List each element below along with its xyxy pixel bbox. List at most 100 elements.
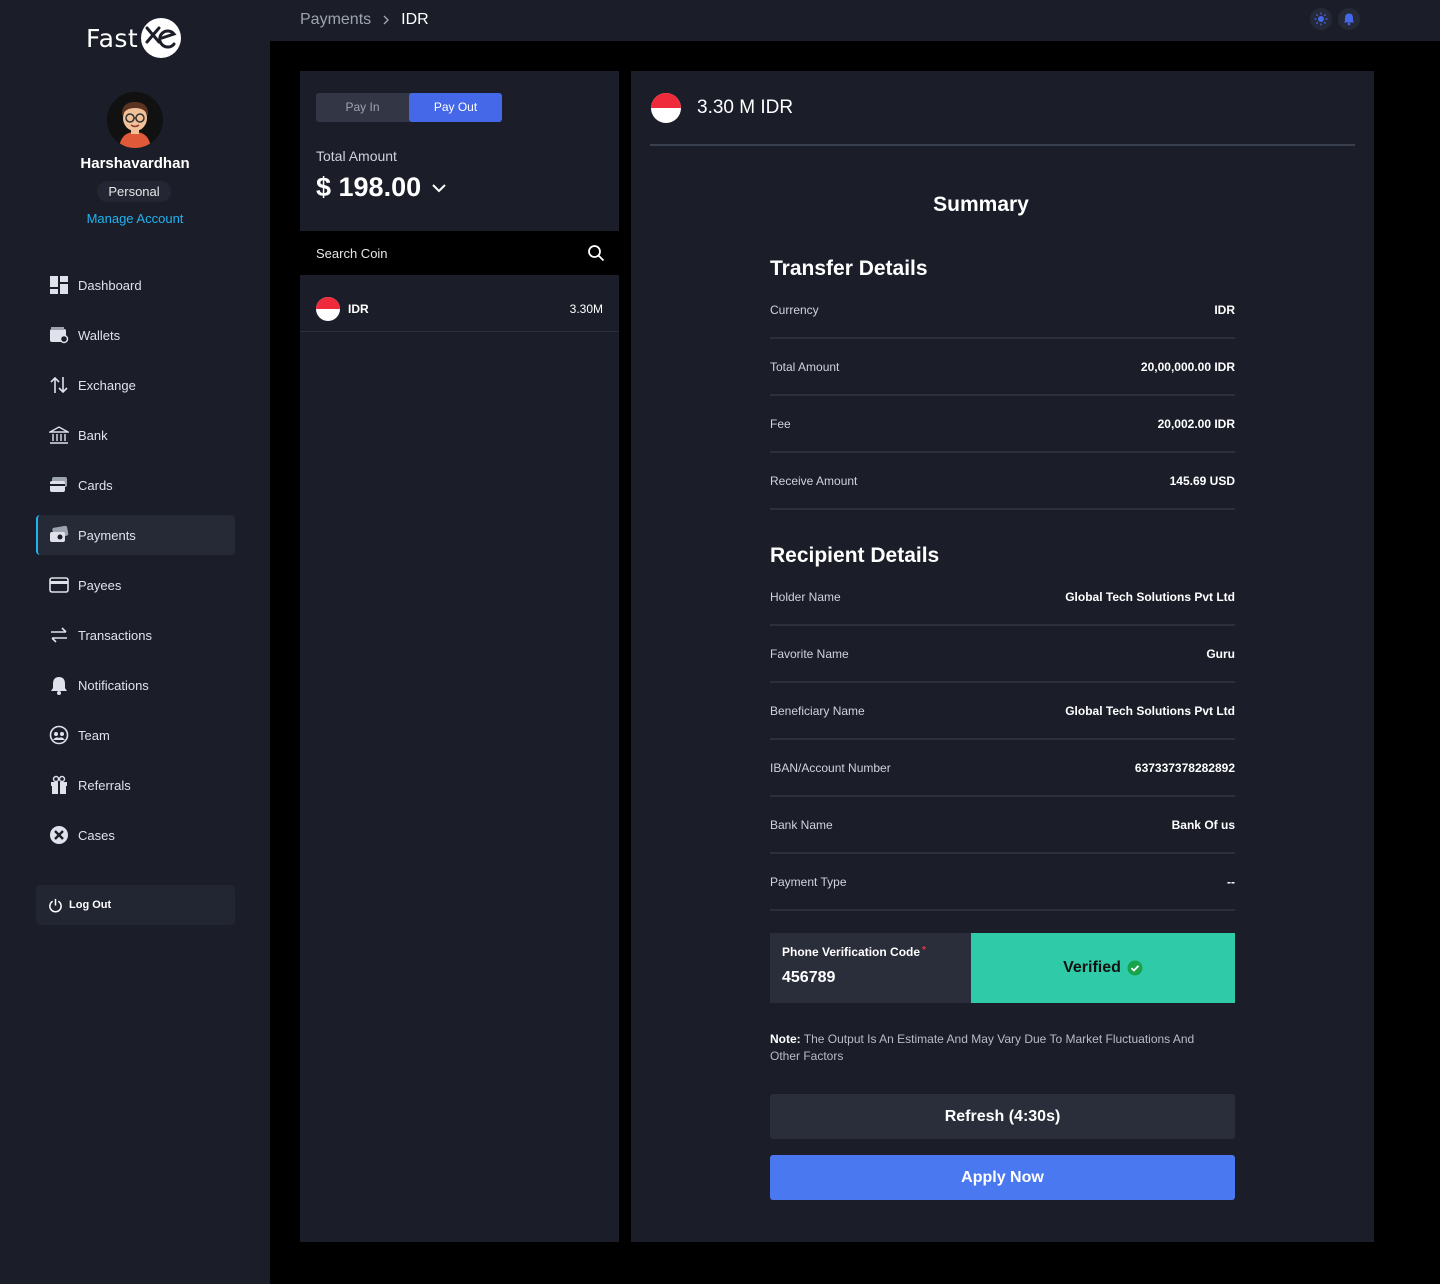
xe-logo-icon <box>141 18 182 58</box>
detail-row-favorite-name: Favorite Name Guru <box>770 626 1235 683</box>
tab-pay-in[interactable]: Pay In <box>316 93 409 122</box>
search-icon[interactable] <box>587 244 605 262</box>
sidebar-item-notifications[interactable]: Notifications <box>36 665 235 705</box>
detail-label: Fee <box>770 416 791 431</box>
header-actions <box>1310 8 1360 30</box>
sidebar-item-exchange[interactable]: Exchange <box>36 365 235 405</box>
verified-label: Verified <box>1063 959 1121 976</box>
chevron-down-icon <box>432 183 446 192</box>
sidebar: Fast Harshavardhan Personal Manage Accou… <box>0 0 270 1284</box>
card-icon <box>48 474 70 496</box>
detail-row-beneficiary-name: Beneficiary Name Global Tech Solutions P… <box>770 683 1235 740</box>
detail-value: 637337378282892 <box>1134 760 1235 775</box>
avatar-illustration-icon <box>107 92 163 148</box>
transactions-icon <box>48 624 70 646</box>
detail-label: Payment Type <box>770 874 847 889</box>
sidebar-item-payments[interactable]: Payments <box>36 515 235 555</box>
tab-pay-out[interactable]: Pay Out <box>409 93 502 122</box>
indonesia-flag-icon <box>651 93 681 123</box>
bell-icon <box>48 674 70 696</box>
gift-icon <box>48 774 70 796</box>
sidebar-item-label: Transactions <box>78 627 152 643</box>
user-name: Harshavardhan <box>80 155 190 172</box>
total-amount-selector[interactable]: $ 198.00 <box>316 172 447 203</box>
exchange-icon <box>48 374 70 396</box>
summary-heading: Summary <box>933 193 1029 216</box>
required-marker: * <box>922 945 926 956</box>
sidebar-item-referrals[interactable]: Referrals <box>36 765 235 805</box>
sidebar-item-cards[interactable]: Cards <box>36 465 235 505</box>
payee-icon <box>48 574 70 596</box>
sidebar-item-team[interactable]: Team <box>36 715 235 755</box>
team-icon <box>48 724 70 746</box>
detail-value: -- <box>1227 874 1235 889</box>
sidebar-item-label: Wallets <box>78 327 121 343</box>
logout-button[interactable]: Log Out <box>36 885 235 925</box>
sidebar-item-dashboard[interactable]: Dashboard <box>36 265 235 305</box>
theme-toggle-button[interactable] <box>1310 8 1332 30</box>
sidebar-item-label: Referrals <box>78 777 131 793</box>
note-label: Note: <box>770 1032 801 1046</box>
brand-name: Fast <box>86 23 139 53</box>
avatar[interactable] <box>107 92 163 148</box>
detail-value: Bank Of us <box>1171 817 1235 832</box>
verification-code-input[interactable]: 456789 <box>782 969 959 987</box>
detail-row-account-number: IBAN/Account Number 637337378282892 <box>770 740 1235 797</box>
list-item[interactable]: IDR 3.30M <box>300 287 619 332</box>
refresh-button[interactable]: Refresh (4:30s) <box>770 1094 1235 1139</box>
notifications-button[interactable] <box>1338 8 1360 30</box>
sidebar-item-label: Notifications <box>78 677 149 693</box>
sidebar-item-bank[interactable]: Bank <box>36 415 235 455</box>
brand-logo[interactable]: Fast <box>86 16 182 60</box>
sidebar-item-label: Exchange <box>78 377 136 393</box>
detail-label: Total Amount <box>770 359 840 374</box>
detail-value: Guru <box>1206 646 1235 661</box>
breadcrumb-parent[interactable]: Payments <box>300 11 371 29</box>
apply-now-button[interactable]: Apply Now <box>770 1155 1235 1200</box>
phone-verification: Phone Verification Code * 456789 Verified <box>770 933 1235 1003</box>
sidebar-item-wallets[interactable]: Wallets <box>36 315 235 355</box>
detail-row-total-amount: Total Amount 20,00,000.00 IDR <box>770 339 1235 396</box>
sidebar-item-payees[interactable]: Payees <box>36 565 235 605</box>
sidebar-item-label: Bank <box>78 427 108 443</box>
sidebar-item-label: Cards <box>78 477 113 493</box>
pay-direction-toggle: Pay In Pay Out <box>316 93 502 122</box>
search-coin-field[interactable]: Search Coin <box>300 231 619 275</box>
verification-code-field[interactable]: Phone Verification Code * 456789 <box>770 933 971 1003</box>
cases-icon <box>48 824 70 846</box>
manage-account-link[interactable]: Manage Account <box>0 211 270 226</box>
sidebar-item-transactions[interactable]: Transactions <box>36 615 235 655</box>
check-circle-icon <box>1127 960 1143 976</box>
bell-icon <box>1344 13 1354 26</box>
detail-label: Holder Name <box>770 589 841 604</box>
detail-row-payment-type: Payment Type -- <box>770 854 1235 911</box>
search-input[interactable]: Search Coin <box>316 246 388 261</box>
verification-code-label-text: Phone Verification Code <box>782 945 921 959</box>
detail-value: Global Tech Solutions Pvt Ltd <box>1065 589 1235 604</box>
breadcrumb-current: IDR <box>401 11 429 28</box>
estimate-note: Note: The Output Is An Estimate And May … <box>770 1031 1210 1065</box>
sun-icon <box>1314 12 1328 26</box>
sidebar-item-label: Payments <box>78 527 136 543</box>
divider <box>650 144 1355 146</box>
detail-row-currency: Currency IDR <box>770 282 1235 339</box>
payment-coin-panel: Pay In Pay Out Total Amount $ 198.00 Sea… <box>300 71 619 1242</box>
verified-status-button[interactable]: Verified <box>971 933 1235 1003</box>
payments-icon <box>48 524 70 546</box>
detail-row-bank-name: Bank Name Bank Of us <box>770 797 1235 854</box>
transfer-details-title: Transfer Details <box>770 257 928 280</box>
total-amount-value: $ 198.00 <box>316 172 422 202</box>
logout-label: Log Out <box>69 899 112 911</box>
detail-label: Currency <box>770 302 819 317</box>
summary-amount-title: 3.30 M IDR <box>697 97 794 118</box>
sidebar-item-cases[interactable]: Cases <box>36 815 235 855</box>
detail-value: 145.69 USD <box>1169 473 1235 488</box>
bank-icon <box>48 424 70 446</box>
top-bar: Payments IDR <box>270 0 1440 41</box>
detail-value: 20,002.00 IDR <box>1157 416 1235 431</box>
sidebar-item-label: Payees <box>78 577 122 593</box>
total-amount-label: Total Amount <box>316 148 397 164</box>
breadcrumb: Payments IDR <box>300 11 429 29</box>
detail-label: IBAN/Account Number <box>770 760 891 775</box>
detail-value: IDR <box>1214 302 1235 317</box>
